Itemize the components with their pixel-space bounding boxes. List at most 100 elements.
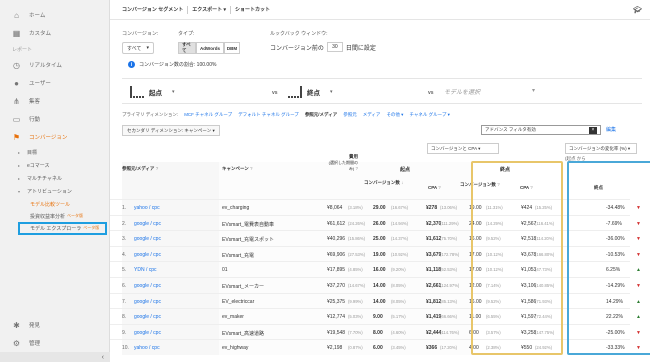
cell-cost: ¥2,198	[327, 345, 343, 352]
dim-channel-group[interactable]: チャネル グループ ▾	[409, 112, 449, 118]
cell-cost: ¥40,296	[327, 236, 346, 243]
edit-filter-link[interactable]: 編集	[606, 126, 616, 133]
graduation-cap-icon[interactable]: 🎓︎	[633, 6, 642, 14]
cell-src[interactable]: google / cpc	[134, 330, 161, 336]
conversion-segment-button[interactable]: コンバージョン セグメント	[122, 6, 183, 13]
cell-c1: 16.00	[373, 267, 386, 274]
sidebar-item-label: カスタム	[29, 31, 52, 37]
cell-src[interactable]: google / cpc	[134, 252, 161, 258]
vs-label: vs	[272, 90, 278, 96]
cell-camp: EV_electriccar	[222, 298, 255, 305]
sidebar: ⌂ ホーム ▦ カスタム レポート ◷ リアルタイム ● ユーザー ⋔ 集客 ▭…	[0, 0, 110, 362]
model-selector-last[interactable]: 終点 ▾	[288, 85, 333, 99]
cell-src[interactable]: google / cpc	[134, 314, 161, 320]
model-selector-first[interactable]: 起点 ▾	[130, 85, 175, 99]
cell-n: 4.	[122, 251, 127, 258]
cell-cost_p: (3.18%)	[348, 205, 363, 210]
sidebar-subitem-attribution[interactable]: ▾ アトリビューション	[0, 185, 109, 198]
type-option-all[interactable]: すべて	[178, 42, 196, 54]
change-dropdown[interactable]: コンバージョンの変化率 (%) ▾	[565, 143, 637, 154]
cell-src[interactable]: google / cpc	[134, 299, 161, 305]
sidebar-item-discover[interactable]: ✱ 発見	[0, 316, 110, 334]
sidebar-item-custom[interactable]: ▦ カスタム	[0, 24, 109, 42]
close-icon[interactable]: ×	[589, 126, 597, 134]
dim-default-channel-group[interactable]: デフォルト チャネル グループ	[238, 112, 299, 118]
sidebar-subitem-model-comparison[interactable]: モデル比較ツール	[0, 198, 109, 210]
shortcut-button[interactable]: ショートカット	[235, 6, 270, 13]
dim-mcf-channel-group[interactable]: MCF チャネル グループ	[184, 112, 232, 118]
cell-cost: ¥17,895	[327, 267, 346, 274]
sidebar-item-admin[interactable]: ⚙ 管理	[0, 334, 110, 352]
acquisition-icon: ⋔	[13, 96, 20, 106]
cell-c1: 26.00	[373, 220, 386, 227]
divider	[187, 5, 189, 14]
cell-cost_p: (4.85%)	[348, 267, 363, 273]
cell-a1: ¥3,679	[426, 251, 442, 258]
cell-n: 10.	[122, 345, 129, 352]
header-conv-first[interactable]: コンバージョン数 ↓	[364, 180, 403, 186]
sort-arrow-icon: ↓	[401, 180, 404, 185]
cell-n: 5.	[122, 267, 127, 274]
cell-a1p: (124.97%)	[440, 283, 460, 288]
conversion-dropdown[interactable]: すべて ▾	[122, 42, 154, 54]
header-source-medium[interactable]: 参照元/メディア ?	[122, 166, 158, 172]
secondary-dimension-dropdown[interactable]: セカンダリ ディメンション: キャンペーン ▾	[122, 125, 220, 136]
cell-a1p: (13.06%)	[440, 205, 457, 210]
lookback-days-input[interactable]: 30	[326, 42, 343, 52]
cell-src[interactable]: google / cpc	[134, 236, 161, 242]
grid-icon: ▦	[12, 28, 21, 38]
cell-src[interactable]: google / cpc	[134, 283, 161, 289]
cell-n: 7.	[122, 298, 127, 305]
cell-src[interactable]: yahoo / cpc	[134, 205, 160, 211]
cell-c1p: (4.60%)	[391, 329, 406, 335]
export-button[interactable]: エクスポート ▾	[192, 6, 226, 13]
help-icon: ?	[155, 166, 159, 171]
home-icon: ⌂	[14, 10, 19, 20]
sidebar-item-conversions[interactable]: ⚑ コンバージョン	[0, 128, 109, 146]
sidebar-item-acquisition[interactable]: ⋔ 集客	[0, 92, 109, 110]
cell-n: 2.	[122, 220, 127, 227]
cell-c1: 6.00	[373, 345, 383, 352]
sidebar-subitem-roi-analysis[interactable]: 投資収益率分析 ベータ版	[0, 210, 109, 222]
cell-cost: ¥25,375	[327, 298, 346, 305]
advanced-filter-field[interactable]: アドバンス フィルタ有効 ×	[481, 125, 601, 135]
sidebar-item-behavior[interactable]: ▭ 行動	[0, 110, 109, 128]
model-select-placeholder[interactable]: モデルを選択	[444, 87, 480, 96]
band-first-title: 起点	[400, 167, 411, 173]
sidebar-item-home[interactable]: ⌂ ホーム	[0, 6, 109, 24]
sidebar-subitem-multichannel[interactable]: ▸ マルチチャネル	[0, 172, 109, 185]
metric-dropdown[interactable]: コンバージョンと CPA ▾	[427, 143, 499, 154]
cell-a1: ¥1,612	[426, 236, 442, 243]
cell-src[interactable]: yahoo / cpc	[134, 345, 160, 351]
cell-src[interactable]: YDN / cpc	[134, 267, 157, 273]
highlight-frame	[18, 222, 107, 235]
chevron-left-icon: ‹	[101, 353, 104, 361]
header-cost[interactable]: 費用 (選択した期間のみ) ?	[324, 154, 358, 172]
type-option-dbm[interactable]: DBM	[224, 42, 240, 54]
cell-c1: 19.00	[373, 251, 386, 258]
header-cpa-first[interactable]: CPA ?	[428, 185, 441, 190]
dim-source[interactable]: 参照元	[343, 112, 357, 118]
cell-c1p: (3.45%)	[391, 345, 406, 351]
cell-a1p: (52.53%)	[440, 267, 457, 273]
sidebar-item-realtime[interactable]: ◷ リアルタイム	[0, 56, 109, 74]
header-campaign[interactable]: キャンペーン ?	[222, 166, 253, 172]
divider	[230, 5, 232, 14]
cell-src[interactable]: google / cpc	[134, 221, 161, 227]
dim-medium[interactable]: メディア	[363, 112, 381, 118]
sidebar-subitem-goals[interactable]: ▸ 目標	[0, 146, 109, 159]
collapse-sidebar-button[interactable]: ‹	[0, 352, 110, 362]
model-last-icon	[288, 86, 303, 98]
cell-camp: ev_maker	[222, 314, 244, 321]
sidebar-subitem-ecommerce[interactable]: ▸ eコマース	[0, 159, 109, 172]
sidebar-item-users[interactable]: ● ユーザー	[0, 74, 109, 92]
sidebar-item-label: 集客	[29, 99, 41, 105]
help-icon: ?	[250, 166, 253, 171]
cell-c1p: (14.94%)	[391, 220, 408, 226]
type-option-adwords[interactable]: AdWords	[196, 42, 224, 54]
dim-source-medium[interactable]: 参照元/メディア	[305, 112, 337, 118]
dim-other[interactable]: その他 ▾	[386, 112, 403, 118]
chevron-down-icon[interactable]: ▾	[532, 87, 535, 94]
conversion-label: コンバージョン:	[122, 31, 159, 37]
cell-a1p: (114.76%)	[440, 329, 460, 335]
